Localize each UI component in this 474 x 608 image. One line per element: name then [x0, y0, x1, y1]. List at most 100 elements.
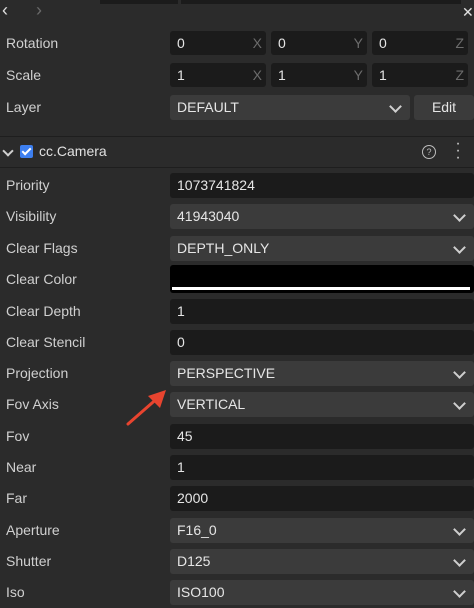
- rotation-x-value: 0: [177, 35, 185, 51]
- rotation-row: Rotation 0 X 0 Y 0 Z: [0, 28, 474, 59]
- scale-x-value: 1: [177, 67, 185, 83]
- axis-x-label: X: [252, 35, 262, 51]
- fov-axis-row: Fov Axis VERTICAL: [0, 389, 474, 420]
- alpha-bar: [172, 287, 470, 290]
- rotation-x-field[interactable]: 0 X: [170, 31, 266, 55]
- aperture-label: Aperture: [6, 522, 60, 538]
- clear-flags-value: DEPTH_ONLY: [177, 240, 270, 256]
- projection-value: PERSPECTIVE: [177, 365, 276, 381]
- component-enabled-checkbox[interactable]: [20, 145, 33, 158]
- clear-stencil-input[interactable]: 0: [170, 330, 474, 355]
- priority-label: Priority: [6, 177, 50, 193]
- layer-value: DEFAULT: [177, 99, 239, 115]
- back-icon[interactable]: ‹: [2, 0, 8, 22]
- iso-select[interactable]: ISO100: [170, 580, 474, 605]
- aperture-row: Aperture F16_0: [0, 515, 474, 546]
- far-row: Far 2000: [0, 483, 474, 514]
- chevron-down-icon: [453, 366, 466, 379]
- fov-label: Fov: [6, 428, 30, 444]
- clear-flags-row: Clear Flags DEPTH_ONLY: [0, 233, 474, 264]
- divider: [0, 167, 474, 168]
- near-row: Near 1: [0, 452, 474, 483]
- tab-strip-segment: [100, 0, 178, 4]
- chevron-down-icon: [453, 523, 466, 536]
- axis-z-label: Z: [455, 35, 464, 51]
- fov-input[interactable]: 45: [170, 424, 474, 449]
- tab-strip-segment: [181, 0, 461, 4]
- clear-depth-row: Clear Depth 1: [0, 296, 474, 327]
- more-options-icon[interactable]: · · ·: [452, 136, 464, 166]
- chevron-down-icon: [453, 585, 466, 598]
- layer-row: Layer DEFAULT Edit: [0, 92, 474, 123]
- clear-stencil-row: Clear Stencil 0: [0, 327, 474, 358]
- shutter-label: Shutter: [6, 553, 52, 569]
- projection-row: Projection PERSPECTIVE: [0, 358, 474, 389]
- fov-axis-select[interactable]: VERTICAL: [170, 392, 474, 417]
- rotation-z-field[interactable]: 0 Z: [372, 31, 468, 55]
- near-input[interactable]: 1: [170, 455, 474, 480]
- fov-value: 45: [177, 428, 193, 444]
- far-input[interactable]: 2000: [170, 486, 474, 511]
- fov-row: Fov 45: [0, 421, 474, 452]
- axis-y-label: Y: [353, 67, 363, 83]
- fov-axis-label: Fov Axis: [6, 396, 59, 412]
- clear-color-swatch[interactable]: [170, 265, 474, 293]
- priority-row: Priority 1073741824: [0, 170, 474, 201]
- visibility-row: Visibility 41943040: [0, 201, 474, 232]
- clear-depth-value: 1: [177, 303, 185, 319]
- clear-flags-label: Clear Flags: [6, 240, 78, 256]
- scale-z-field[interactable]: 1 Z: [372, 63, 468, 87]
- rotation-label: Rotation: [6, 35, 59, 51]
- scale-row: Scale 1 X 1 Y 1 Z: [0, 60, 474, 91]
- axis-y-label: Y: [353, 35, 363, 51]
- visibility-select[interactable]: 41943040: [170, 204, 474, 229]
- chevron-down-icon: [453, 241, 466, 254]
- layer-label: Layer: [6, 99, 42, 115]
- projection-select[interactable]: PERSPECTIVE: [170, 361, 474, 386]
- shutter-row: Shutter D125: [0, 546, 474, 577]
- projection-label: Projection: [6, 365, 69, 381]
- scale-y-field[interactable]: 1 Y: [271, 63, 367, 87]
- clear-flags-select[interactable]: DEPTH_ONLY: [170, 236, 474, 261]
- shutter-select[interactable]: D125: [170, 549, 474, 574]
- scale-label: Scale: [6, 67, 42, 83]
- aperture-select[interactable]: F16_0: [170, 518, 474, 543]
- chevron-down-icon: [389, 100, 402, 113]
- priority-input[interactable]: 1073741824: [170, 173, 474, 198]
- clear-depth-label: Clear Depth: [6, 303, 81, 319]
- top-toolbar: ‹ › ✕: [0, 0, 474, 22]
- help-icon[interactable]: ?: [422, 145, 436, 159]
- scale-x-field[interactable]: 1 X: [170, 63, 266, 87]
- near-label: Near: [6, 459, 37, 475]
- shutter-value: D125: [177, 553, 211, 569]
- layer-edit-button[interactable]: Edit: [414, 95, 474, 120]
- camera-component-header: cc.Camera ? · · ·: [0, 136, 474, 168]
- chevron-down-icon: [453, 554, 466, 567]
- forward-icon[interactable]: ›: [36, 0, 42, 22]
- iso-row: Iso ISO100: [0, 577, 474, 608]
- near-value: 1: [177, 459, 185, 475]
- close-icon[interactable]: ✕: [462, 2, 474, 24]
- axis-z-label: Z: [455, 67, 464, 83]
- clear-stencil-label: Clear Stencil: [6, 334, 86, 350]
- visibility-label: Visibility: [6, 208, 57, 224]
- far-label: Far: [6, 490, 27, 506]
- aperture-value: F16_0: [177, 522, 217, 538]
- collapse-chevron-icon[interactable]: [2, 145, 14, 157]
- clear-depth-input[interactable]: 1: [170, 299, 474, 324]
- fov-axis-value: VERTICAL: [177, 396, 246, 412]
- axis-x-label: X: [252, 67, 262, 83]
- rotation-y-value: 0: [278, 35, 286, 51]
- scale-z-value: 1: [379, 67, 387, 83]
- layer-select[interactable]: DEFAULT: [170, 95, 410, 120]
- rotation-z-value: 0: [379, 35, 387, 51]
- chevron-down-icon: [453, 397, 466, 410]
- rotation-y-field[interactable]: 0 Y: [271, 31, 367, 55]
- visibility-value: 41943040: [177, 208, 240, 224]
- chevron-down-icon: [453, 209, 466, 222]
- iso-label: Iso: [6, 584, 25, 600]
- clear-stencil-value: 0: [177, 334, 185, 350]
- clear-color-label: Clear Color: [6, 271, 77, 287]
- priority-value: 1073741824: [177, 177, 255, 193]
- component-title: cc.Camera: [39, 143, 107, 159]
